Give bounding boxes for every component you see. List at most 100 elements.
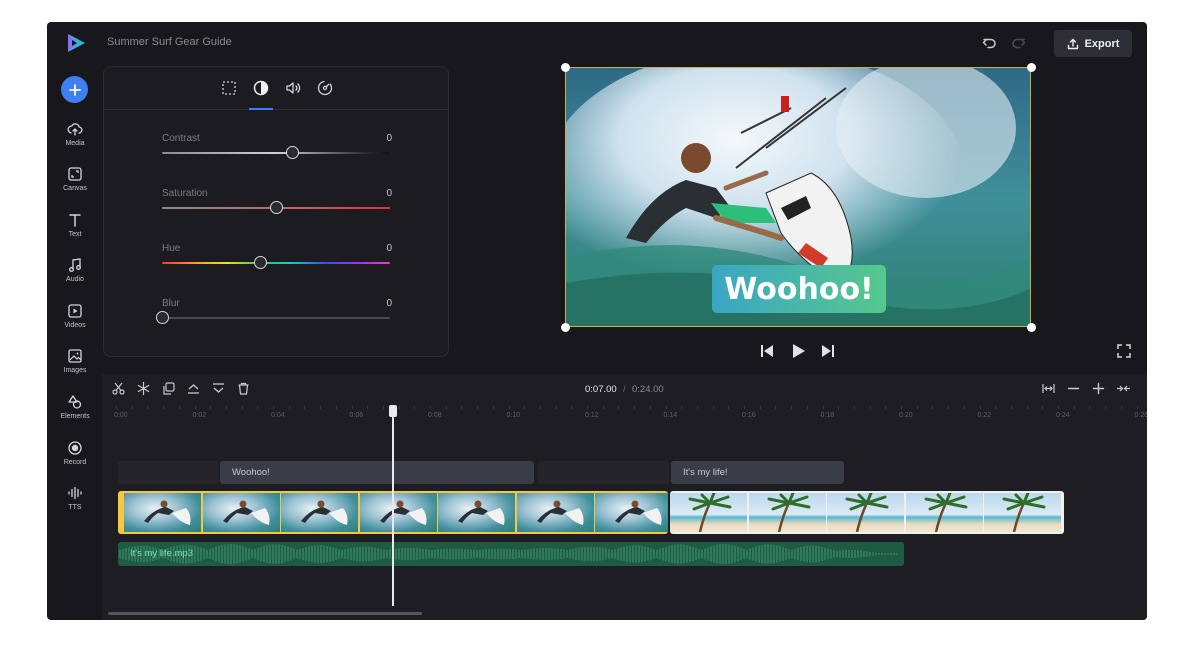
ruler-tick [901,406,902,409]
ruler-label: 0:26 [1134,412,1148,419]
move-down-icon[interactable] [211,381,226,396]
sidebar-item-canvas[interactable]: Canvas [51,166,99,206]
fit-timeline-icon[interactable] [1041,381,1056,396]
collapse-icon[interactable] [1116,381,1131,396]
sidebar-item-media[interactable]: Media [51,121,99,161]
caption-overlay[interactable]: Woohoo! [712,265,886,313]
timeline-scrollbar[interactable] [108,612,422,615]
resize-handle-top-left[interactable] [561,63,570,72]
ruler-tick [806,406,808,409]
volume-icon[interactable] [284,79,302,97]
speed-icon[interactable] [316,79,334,97]
ruler-label: 0:16 [742,412,756,419]
thumbnail-frame [438,493,515,532]
ruler-tick [1120,406,1122,409]
slider-track[interactable] [162,262,390,264]
sidebar-item-videos[interactable]: Videos [51,303,99,343]
sidebar-item-label: Images [63,367,87,374]
sidebar-item-label: Audio [66,276,84,283]
audio-clip[interactable]: It's my life.mp3 [118,542,904,566]
timeline-toolbar: 0:07.00 / 0:24.00 [102,374,1147,404]
ruler-tick [759,406,761,409]
blur-slider[interactable]: Blur 0 [156,298,392,338]
hue-slider[interactable]: Hue 0 [162,243,392,283]
ruler-tick [461,406,463,409]
slider-track[interactable] [162,317,390,319]
export-button[interactable]: Export [1054,30,1132,57]
sidebar-item-label: Record [63,459,87,466]
thumbnail-frame [595,493,668,532]
scissors-icon[interactable] [111,381,126,396]
thumbnail-frame [670,491,747,533]
thumbnail-frame [516,493,594,532]
ruler-tick [744,406,745,409]
sidebar-item-label: Canvas [63,185,87,192]
add-button[interactable] [61,76,88,103]
ruler-label: 0:02 [192,412,207,419]
ruler-tick [822,406,824,409]
contrast-slider[interactable]: Contrast 0 [162,133,392,173]
play-icon[interactable] [789,342,807,360]
slider-knob[interactable] [254,256,268,269]
skip-back-icon[interactable] [758,342,776,360]
ruler-tick [304,406,306,409]
text-clip-its-my-life[interactable]: It's my life! [671,461,844,484]
saturation-slider[interactable]: Saturation 0 [162,188,392,228]
slider-track[interactable] [162,152,390,154]
slider-value: 0 [386,133,392,144]
ruler-tick [288,406,290,409]
slider-knob[interactable] [270,201,283,214]
sidebar-item-elements[interactable]: Elements [51,394,99,434]
ruler-tick [430,406,431,409]
audio-clip-label: It's my life.mp3 [130,548,194,559]
resize-handle-top-right[interactable] [1027,63,1036,72]
ruler-tick [273,406,274,409]
undo-icon[interactable] [981,34,999,52]
sidebar-item-tts[interactable]: TTS [51,485,99,525]
ruler-tick [681,406,683,409]
zoom-out-icon[interactable] [1066,381,1081,396]
resize-handle-bottom-right[interactable] [1027,323,1036,332]
plus-icon [68,83,81,96]
contrast-icon[interactable] [252,79,270,97]
ruler-tick [335,406,337,409]
left-sidebar: Media Canvas Text Audio Videos Images El… [47,64,103,620]
duplicate-icon[interactable] [161,381,176,396]
sidebar-item-audio[interactable]: Audio [51,257,99,297]
sidebar-item-text[interactable]: Text [51,212,99,252]
top-bar: Summer Surf Gear Guide Export [47,22,1147,64]
video-preview[interactable]: Woohoo! [565,67,1031,327]
ruler-tick [351,406,353,409]
ruler-tick [241,406,243,409]
video-clip-palms[interactable] [670,491,1064,534]
ruler-tick [838,406,840,409]
sidebar-item-images[interactable]: Images [51,348,99,388]
cloud-upload-icon [67,123,83,136]
fullscreen-icon[interactable] [1116,343,1132,359]
redo-icon[interactable] [1009,34,1027,52]
slider-knob[interactable] [156,311,169,324]
sidebar-item-record[interactable]: Record [51,440,99,480]
time-ruler[interactable]: 0:00 0:02 0:04 0:06 0:08 0:10 0:12 0:14 0:16 0:18… [102,404,1147,426]
playhead-handle[interactable] [389,405,397,417]
trash-icon[interactable] [236,381,251,396]
slider-knob[interactable] [285,146,299,159]
image-icon [68,349,82,363]
freeze-icon[interactable] [136,381,151,396]
move-up-icon[interactable] [186,381,201,396]
app-logo-icon[interactable] [65,32,87,54]
project-title[interactable]: Summer Surf Gear Guide [107,36,232,48]
resize-handle-bottom-left[interactable] [561,323,570,332]
ruler-tick [477,406,479,409]
zoom-in-icon[interactable] [1091,381,1106,396]
text-icon [69,214,81,227]
ruler-tick [634,406,636,409]
time-separator: / [623,384,626,395]
ruler-tick [1010,406,1012,409]
ruler-label: 0:06 [349,412,364,419]
text-clip-woohoo[interactable]: Woohoo! [220,461,534,484]
record-icon [68,441,82,455]
crop-icon[interactable] [220,79,238,97]
ruler-tick [178,406,180,409]
skip-forward-icon[interactable] [819,342,837,360]
